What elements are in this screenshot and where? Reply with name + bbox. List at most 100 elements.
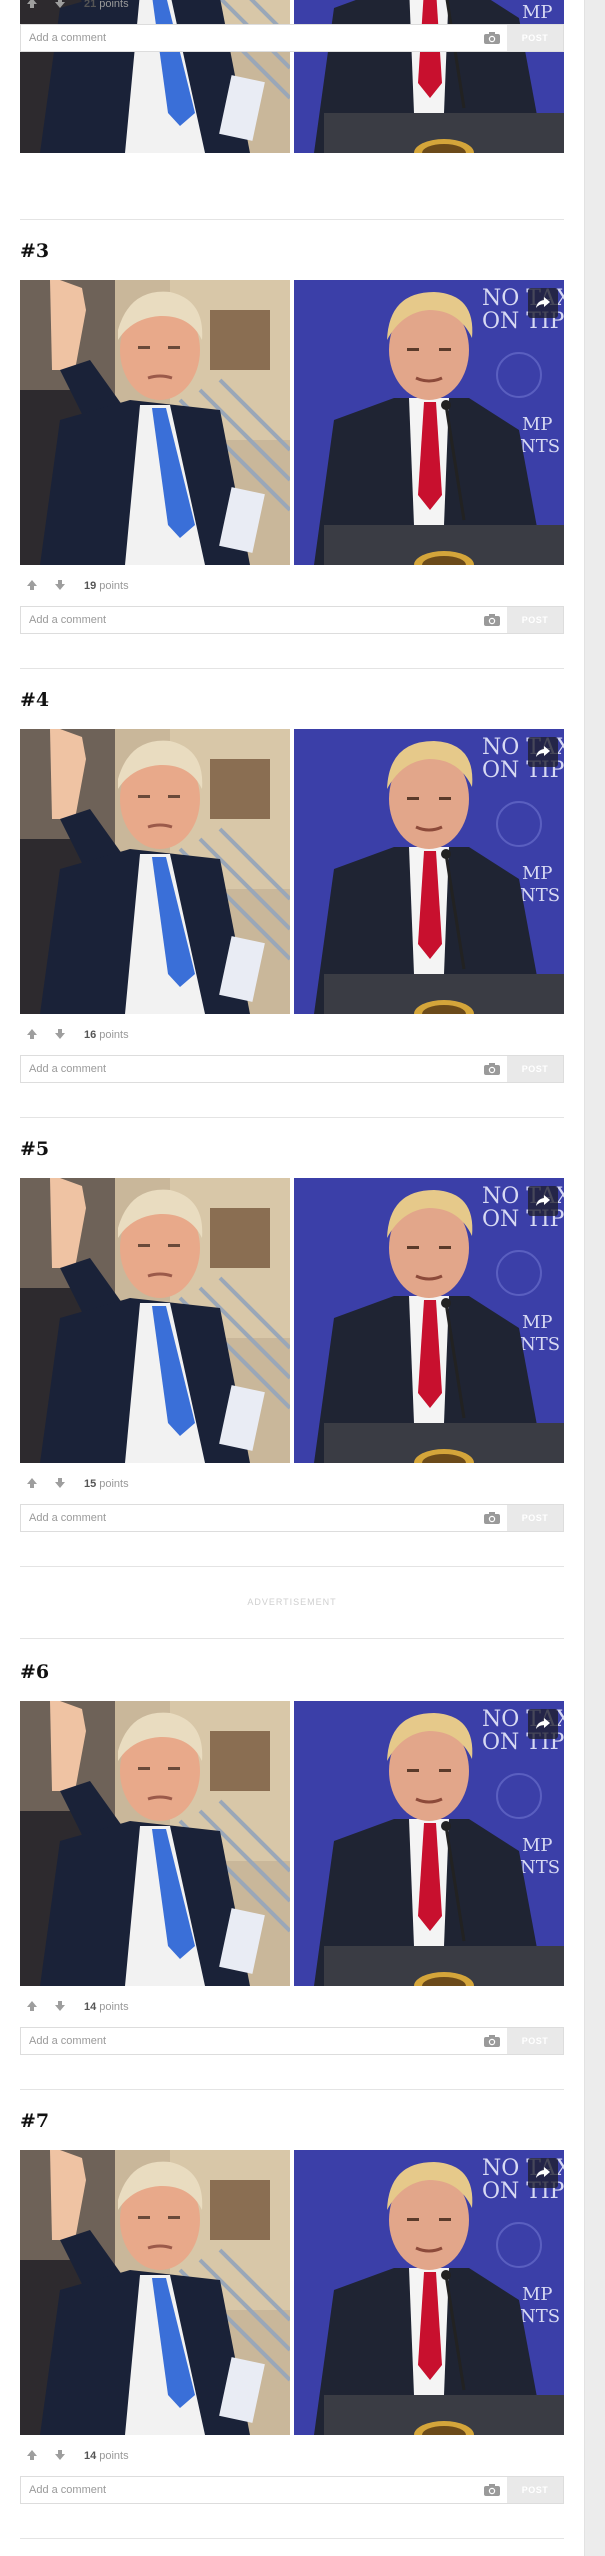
photo-right[interactable]: NO TAX ON TIPS MP NTS <box>294 1701 564 1986</box>
camera-icon <box>483 1512 501 1529</box>
photo-right[interactable]: NO TAX ON TIPS MP NTS <box>294 729 564 1014</box>
photo-left[interactable] <box>20 1178 290 1463</box>
share-arrow-icon <box>536 1195 550 1207</box>
arrow-down-icon <box>54 2448 66 2466</box>
photo-left[interactable] <box>20 1701 290 1986</box>
image-comparison: NO TAX ON TIPS MP NTS <box>20 1701 564 1986</box>
comment-box: POST <box>20 606 564 634</box>
comment-input[interactable] <box>21 1505 481 1531</box>
share-button[interactable] <box>528 288 558 318</box>
attach-photo-button[interactable] <box>483 613 501 627</box>
photo-left[interactable] <box>20 280 290 565</box>
camera-icon <box>483 2484 501 2501</box>
attach-photo-button[interactable] <box>483 31 501 45</box>
points-label: points <box>99 2450 129 2462</box>
section-divider <box>20 2089 564 2090</box>
comment-input[interactable] <box>21 607 481 633</box>
upvote-button[interactable] <box>24 2449 40 2465</box>
points-count: 19 points <box>84 580 129 592</box>
post-button[interactable]: POST <box>507 25 563 51</box>
post-button[interactable]: POST <box>507 1505 563 1531</box>
svg-text:MP: MP <box>522 1835 553 1856</box>
waving-man-image <box>20 0 290 153</box>
comment-input[interactable] <box>21 2477 481 2503</box>
attach-photo-button[interactable] <box>483 2034 501 2048</box>
upvote-button[interactable] <box>24 1028 40 1044</box>
points-value: 15 <box>84 1478 97 1490</box>
svg-text:MP: MP <box>522 2284 553 2305</box>
downvote-button[interactable] <box>52 2000 68 2016</box>
section-divider <box>20 219 564 220</box>
item-title: #6 <box>20 1661 50 1683</box>
camera-icon <box>483 32 501 49</box>
arrow-up-icon <box>26 1476 38 1494</box>
section-divider <box>20 2538 564 2539</box>
downvote-button[interactable] <box>52 2449 68 2465</box>
section-divider <box>20 1117 564 1118</box>
arrow-down-icon <box>54 0 66 14</box>
photo-right[interactable]: NO TAX ON TIPS MP NTS <box>294 280 564 565</box>
comment-input[interactable] <box>21 1056 481 1082</box>
speaker-at-podium-image: NO TAX ON TIPS MP NTS <box>294 1178 564 1463</box>
svg-text:NTS: NTS <box>520 1857 560 1878</box>
photo-right[interactable]: NO TAX ON TIPS MP NTS <box>294 0 564 153</box>
camera-icon <box>483 2035 501 2052</box>
speaker-at-podium-image: NO TAX ON TIPS MP NTS <box>294 2150 564 2435</box>
speaker-at-podium-image: NO TAX ON TIPS MP NTS <box>294 0 564 153</box>
arrow-down-icon <box>54 1027 66 1045</box>
image-comparison: NO TAX ON TIPS MP NTS <box>20 280 564 565</box>
post-button[interactable]: POST <box>507 1056 563 1082</box>
item-title: #5 <box>20 1138 50 1160</box>
post-button[interactable]: POST <box>507 2028 563 2054</box>
attach-photo-button[interactable] <box>483 1511 501 1525</box>
waving-man-image <box>20 280 290 565</box>
comment-input[interactable] <box>21 25 481 51</box>
points-value: 19 <box>84 580 97 592</box>
downvote-button[interactable] <box>52 1028 68 1044</box>
upvote-button[interactable] <box>24 2000 40 2016</box>
arrow-up-icon <box>26 1999 38 2017</box>
arrow-down-icon <box>54 578 66 596</box>
downvote-button[interactable] <box>52 1477 68 1493</box>
camera-icon <box>483 1063 501 1080</box>
downvote-button[interactable] <box>52 579 68 595</box>
points-count: 15 points <box>84 1478 129 1490</box>
speaker-at-podium-image: NO TAX ON TIPS MP NTS <box>294 729 564 1014</box>
points-label: points <box>99 1478 129 1490</box>
comment-box: POST <box>20 2476 564 2504</box>
arrow-down-icon <box>54 1476 66 1494</box>
points-count: 16 points <box>84 1029 129 1041</box>
image-comparison: NO TAX ON TIPS MP NTS <box>20 2150 564 2435</box>
upvote-button[interactable] <box>24 0 40 13</box>
attach-photo-button[interactable] <box>483 1062 501 1076</box>
share-arrow-icon <box>536 2167 550 2179</box>
share-button[interactable] <box>528 1186 558 1216</box>
downvote-button[interactable] <box>52 0 68 13</box>
attach-photo-button[interactable] <box>483 2483 501 2497</box>
upvote-button[interactable] <box>24 1477 40 1493</box>
scrollbar-track[interactable] <box>584 0 605 2556</box>
svg-text:NTS: NTS <box>520 436 560 457</box>
share-button[interactable] <box>528 1709 558 1739</box>
arrow-up-icon <box>26 1027 38 1045</box>
comment-input[interactable] <box>21 2028 481 2054</box>
vote-bar: 19 points <box>20 576 564 598</box>
vote-bar: 21 points <box>20 0 564 16</box>
photo-right[interactable]: NO TAX ON TIPS MP NTS <box>294 2150 564 2435</box>
post-button[interactable]: POST <box>507 607 563 633</box>
advertisement-label: ADVERTISEMENT <box>247 1597 337 1607</box>
item-title: #4 <box>20 689 50 711</box>
points-count: 14 points <box>84 2001 129 2013</box>
share-button[interactable] <box>528 737 558 767</box>
photo-right[interactable]: NO TAX ON TIPS MP NTS <box>294 1178 564 1463</box>
upvote-button[interactable] <box>24 579 40 595</box>
photo-left[interactable] <box>20 729 290 1014</box>
arrow-up-icon <box>26 0 38 14</box>
svg-text:NTS: NTS <box>520 2306 560 2327</box>
comment-box: POST <box>20 24 564 52</box>
post-button[interactable]: POST <box>507 2477 563 2503</box>
share-button[interactable] <box>528 2158 558 2188</box>
photo-left[interactable] <box>20 2150 290 2435</box>
points-value: 14 <box>84 2450 97 2462</box>
photo-left[interactable] <box>20 0 290 153</box>
